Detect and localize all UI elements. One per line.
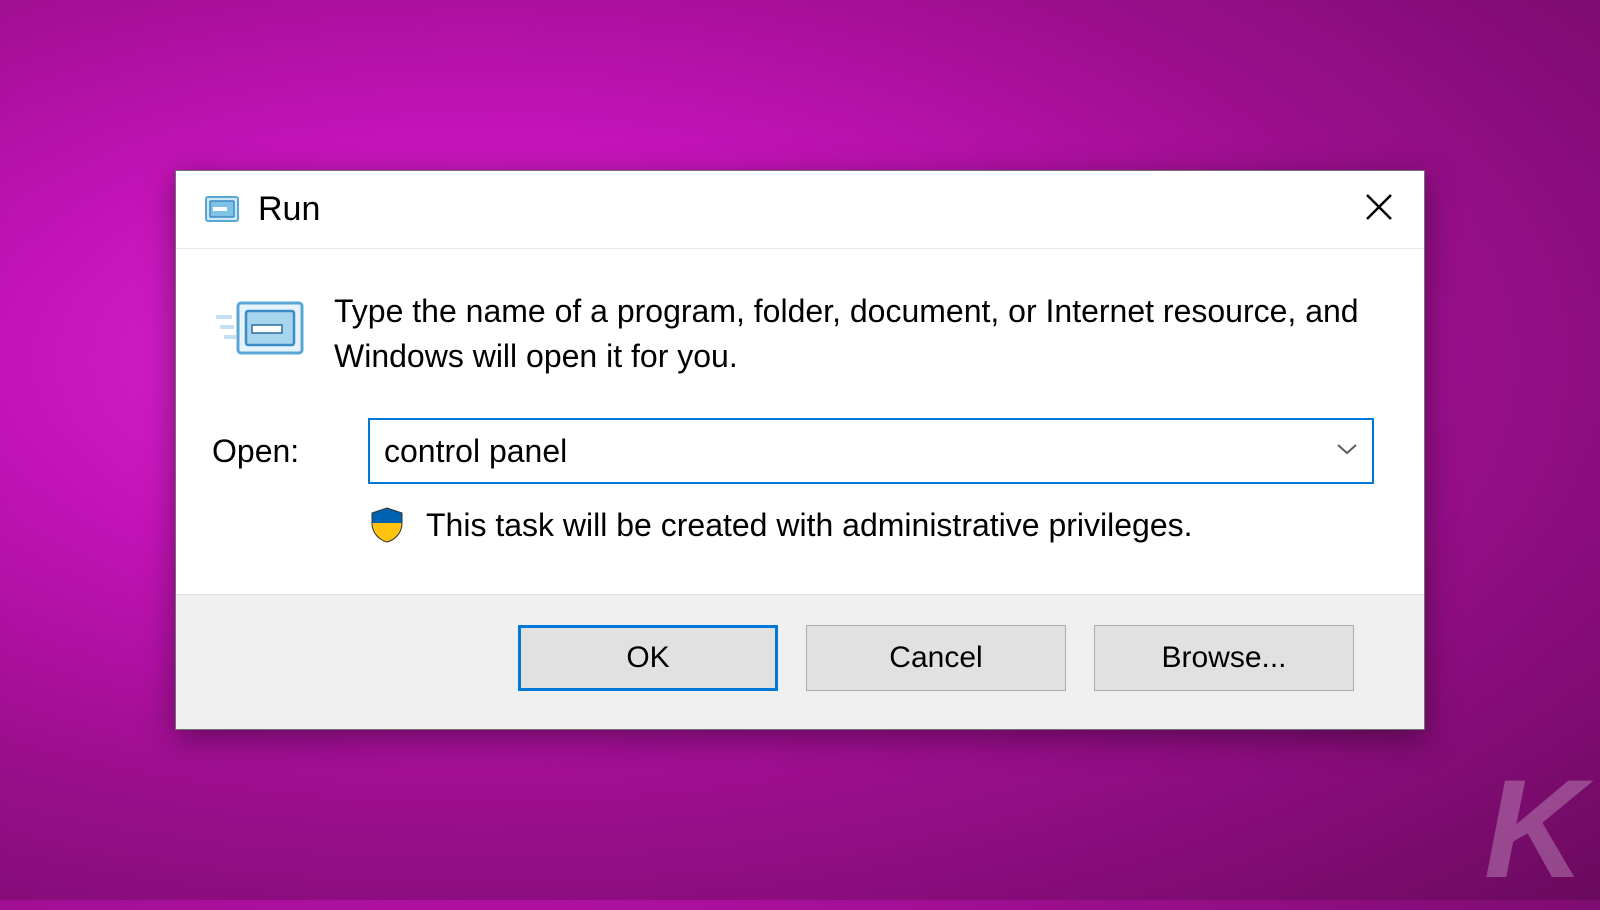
ok-button[interactable]: OK [518,625,778,691]
description-row: Type the name of a program, folder, docu… [212,289,1374,379]
watermark: K [1484,748,1580,910]
close-icon [1364,192,1394,227]
open-input[interactable] [370,420,1322,482]
open-input-row: Open: [212,418,1374,484]
cancel-button[interactable]: Cancel [806,625,1066,691]
description-text: Type the name of a program, folder, docu… [312,289,1374,379]
chevron-down-icon [1336,442,1358,461]
open-combobox[interactable] [368,418,1374,484]
close-button[interactable] [1344,179,1414,239]
admin-privileges-row: This task will be created with administr… [212,506,1374,544]
shield-icon [368,506,406,544]
window-title: Run [258,190,1344,229]
run-icon [202,189,242,229]
open-label: Open: [212,433,368,470]
titlebar: Run [176,171,1424,249]
dialog-footer: OK Cancel Browse... [176,594,1424,729]
run-icon-large [212,289,312,365]
run-dialog: Run [175,170,1425,731]
browse-button[interactable]: Browse... [1094,625,1354,691]
dialog-body: Type the name of a program, folder, docu… [176,249,1424,595]
dropdown-button[interactable] [1322,420,1372,482]
admin-privileges-text: This task will be created with administr… [426,507,1193,544]
